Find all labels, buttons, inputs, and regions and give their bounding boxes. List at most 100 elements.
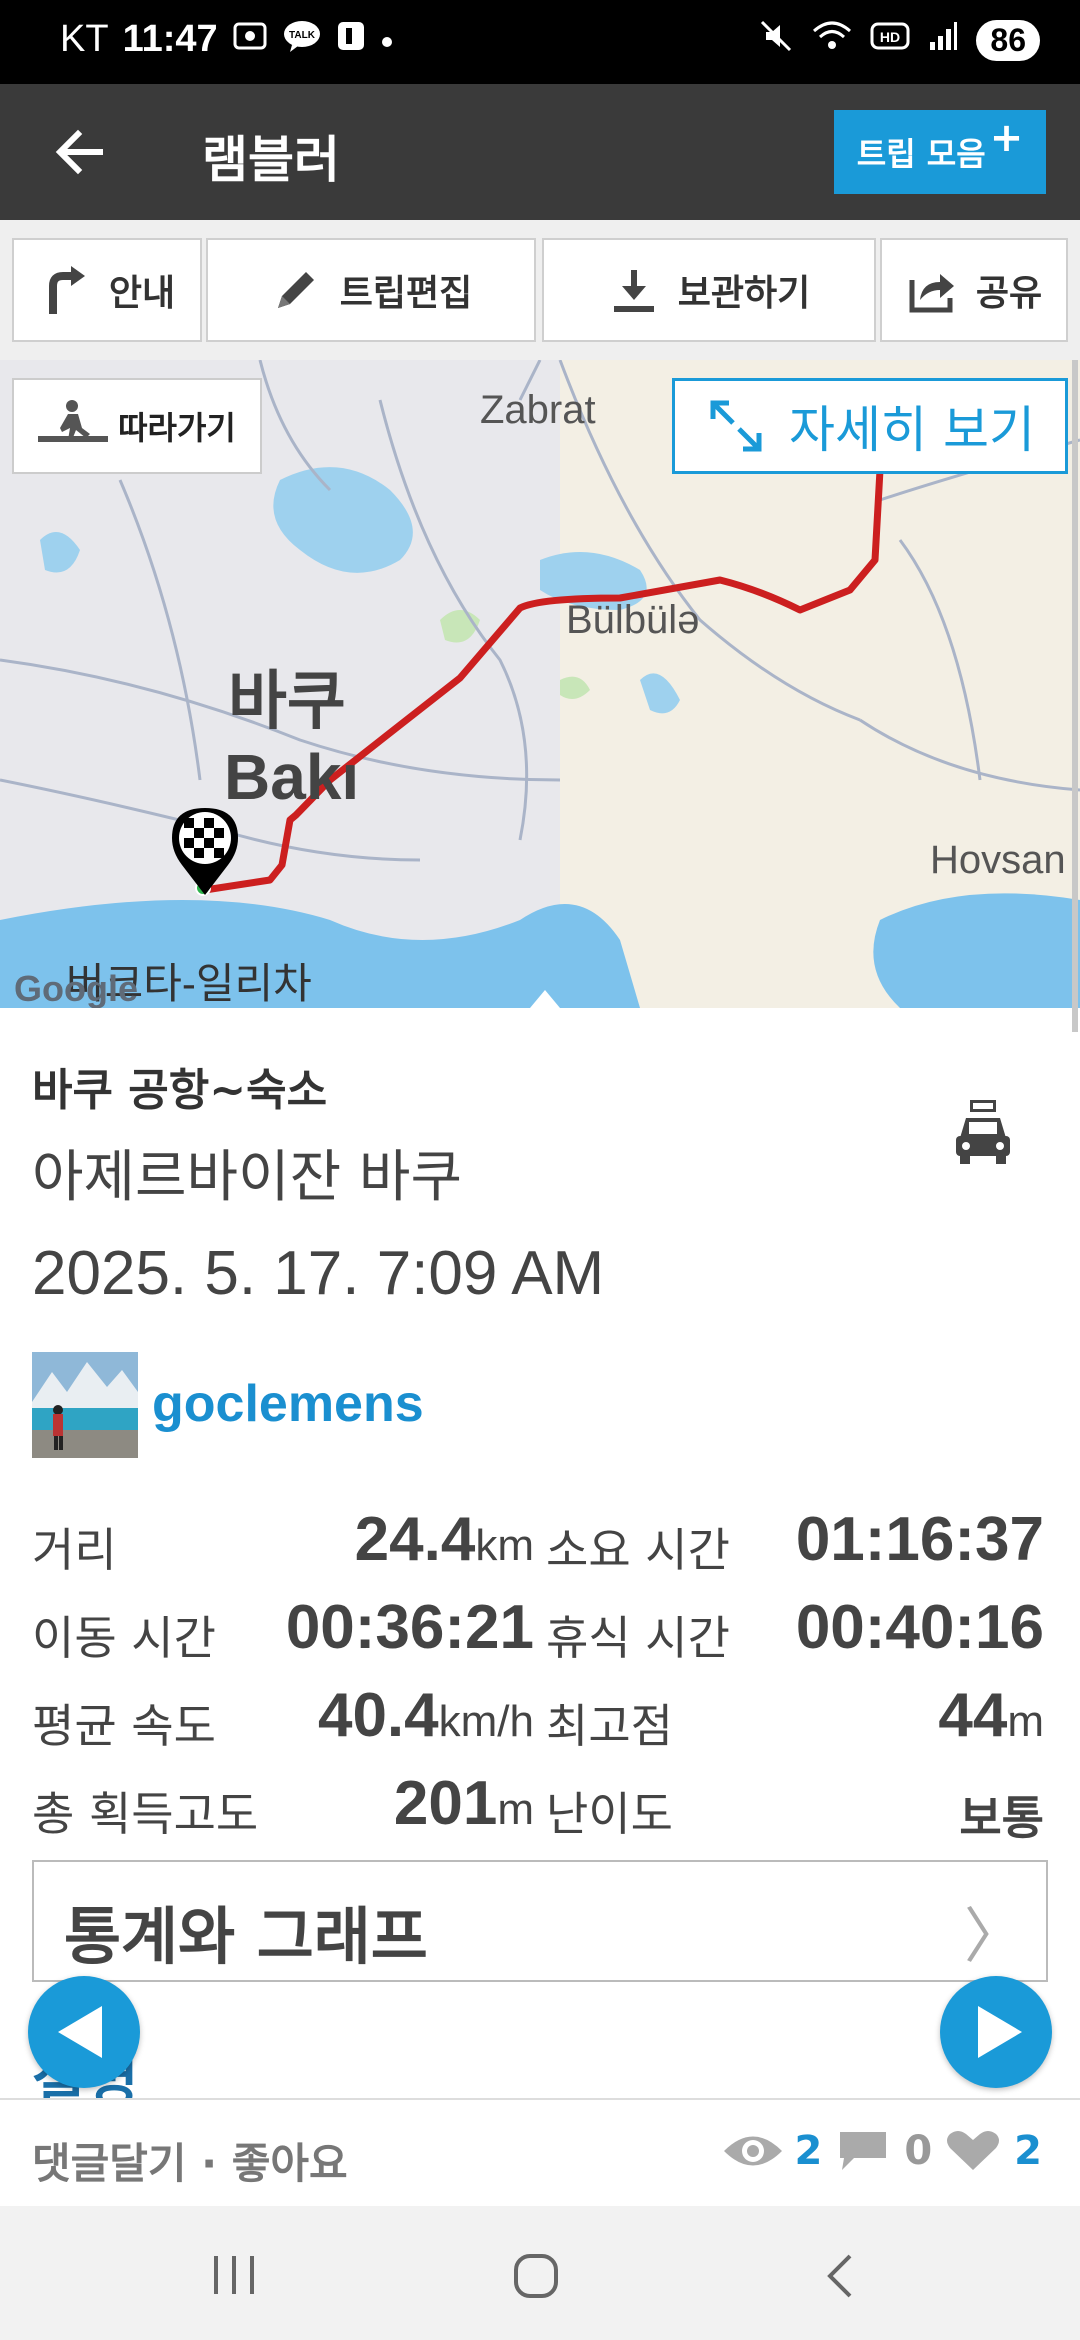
previous-trip-button[interactable] [28, 1976, 140, 2088]
status-right: HD 86 [758, 18, 1040, 62]
plus-icon: + [989, 115, 1024, 161]
status-left: KT 11:47 TALK [60, 18, 394, 61]
avg-speed-unit: km/h [438, 1697, 534, 1746]
engagement-counts: 2 0 2 [722, 2128, 1042, 2174]
battery-indicator: 86 [976, 19, 1040, 61]
map-label-zabrat: Zabrat [480, 388, 596, 432]
app-bar: 램블러 트립 모음 + [0, 84, 1080, 220]
map-label-bulbule: Bülbülə [566, 598, 700, 642]
save-button[interactable]: 보관하기 [542, 238, 876, 342]
map-label-baku: Bakı [224, 741, 360, 813]
max-altitude-label: 최고점 [546, 1699, 673, 1753]
svg-text:HD: HD [880, 29, 900, 45]
chevron-right-icon: 〉 [964, 1902, 1024, 1972]
avg-speed-number: 40.4 [317, 1681, 439, 1750]
eye-icon [724, 2136, 783, 2166]
max-altitude-number: 44 [938, 1681, 1008, 1750]
screenshot-icon [232, 20, 268, 60]
follow-button[interactable]: 따라가기 [12, 378, 262, 474]
sea-shape [873, 893, 1080, 1008]
pencil-icon [277, 272, 314, 308]
difficulty-label: 난이도 [546, 1787, 673, 1841]
follow-label: 따라가기 [118, 409, 236, 447]
trip-date: 2025. 5. 17. 7:09 AM [32, 1239, 605, 1308]
detail-view-button[interactable]: 자세히 보기 [672, 378, 1068, 474]
download-icon [613, 270, 654, 312]
app-title: 램블러 [202, 131, 340, 189]
car-icon [954, 1098, 1012, 1168]
distance-number: 24.4 [354, 1505, 476, 1574]
kakaotalk-icon: TALK [282, 19, 322, 61]
recent-apps-icon[interactable] [210, 2254, 260, 2296]
carrier-label: KT [60, 18, 109, 60]
distance-label: 거리 [32, 1523, 117, 1577]
detail-view-label: 자세히 보기 [789, 401, 1035, 459]
guide-label: 안내 [108, 273, 176, 314]
duration-label: 소요 시간 [546, 1523, 730, 1577]
distance-value: 24.4km [250, 1504, 534, 1575]
next-trip-button[interactable] [940, 1976, 1052, 2088]
username-link[interactable]: goclemens [152, 1374, 424, 1434]
edit-trip-button[interactable]: 트립편집 [206, 238, 536, 342]
view-count: 2 [794, 2128, 823, 2174]
share-label: 공유 [975, 273, 1043, 314]
status-time: 11:47 [122, 18, 218, 60]
trip-collection-label: 트립 모음 [856, 135, 986, 173]
elevation-gain-label: 총 획득고도 [32, 1787, 259, 1841]
system-nav-bar [0, 2206, 1080, 2340]
avatar[interactable] [32, 1352, 138, 1458]
turn-arrow-icon [48, 266, 85, 314]
dot-icon [380, 23, 394, 57]
b-app-icon [336, 20, 366, 60]
scrollbar[interactable] [1072, 360, 1078, 1032]
moving-time-label: 이동 시간 [32, 1611, 216, 1665]
edit-trip-label: 트립편집 [339, 273, 473, 314]
difficulty-value: 보통 [959, 1792, 1044, 1844]
distance-unit: km [475, 1521, 534, 1570]
like-count: 2 [1014, 2128, 1042, 2174]
stats-graph-title: 통계와 그래프 [64, 1900, 428, 1973]
svg-text:TALK: TALK [289, 30, 316, 41]
trip-location: 아제르바이잔 바쿠 [32, 1145, 462, 1210]
elevation-gain-unit: m [497, 1785, 534, 1834]
mute-icon [758, 18, 794, 62]
expand-icon [710, 400, 762, 452]
hd-icon: HD [870, 21, 910, 59]
heart-icon[interactable] [942, 2128, 1004, 2174]
moving-time-value: 00:36:21 [285, 1593, 534, 1662]
wifi-icon [812, 19, 852, 61]
share-icon [909, 274, 954, 313]
elevation-gain-number: 201 [393, 1769, 498, 1838]
comment-bar: 댓글달기 · 좋아요 2 0 2 [0, 2098, 1080, 2208]
back-arrow-icon[interactable] [52, 122, 112, 182]
avg-speed-label: 평균 속도 [32, 1699, 216, 1753]
play-right-icon [978, 2006, 1022, 2058]
guide-button[interactable]: 안내 [12, 238, 202, 342]
trip-collection-button[interactable]: 트립 모음 + [834, 110, 1046, 194]
home-icon[interactable] [512, 2252, 560, 2300]
trip-name: 바쿠 공항~숙소 [32, 1065, 328, 1116]
route-map[interactable]: Zabrat Bülbülə 바쿠 Bakı Hovsan 버크타-일리차 Go… [0, 360, 1080, 1008]
map-label-hovsan: Hovsan [930, 838, 1066, 882]
status-bar: KT 11:47 TALK HD 86 [0, 0, 1080, 84]
signal-icon [928, 20, 958, 60]
comment-icon [840, 2132, 887, 2170]
stats-graph-section[interactable]: 통계와 그래프 〉 [32, 1860, 1048, 1982]
elevation-gain-value: 201m [250, 1768, 534, 1839]
hiker-icon [38, 400, 109, 442]
action-toolbar: 안내 트립편집 보관하기 공유 [0, 220, 1080, 360]
google-logo: Google [14, 968, 138, 1008]
share-button[interactable]: 공유 [880, 238, 1068, 342]
back-icon[interactable] [820, 2252, 860, 2300]
play-left-icon [58, 2006, 102, 2058]
rest-time-label: 휴식 시간 [546, 1611, 730, 1665]
comment-like-link[interactable]: 댓글달기 · 좋아요 [32, 2130, 348, 2191]
avg-speed-value: 40.4km/h [250, 1680, 534, 1751]
map-label-baku-korean: 바쿠 [228, 665, 346, 737]
save-label: 보관하기 [677, 273, 811, 314]
comment-count: 0 [904, 2128, 933, 2174]
max-altitude-value: 44m [760, 1680, 1044, 1751]
duration-value: 01:16:37 [795, 1505, 1044, 1574]
rest-time-value: 00:40:16 [795, 1593, 1044, 1662]
max-altitude-unit: m [1007, 1697, 1044, 1746]
